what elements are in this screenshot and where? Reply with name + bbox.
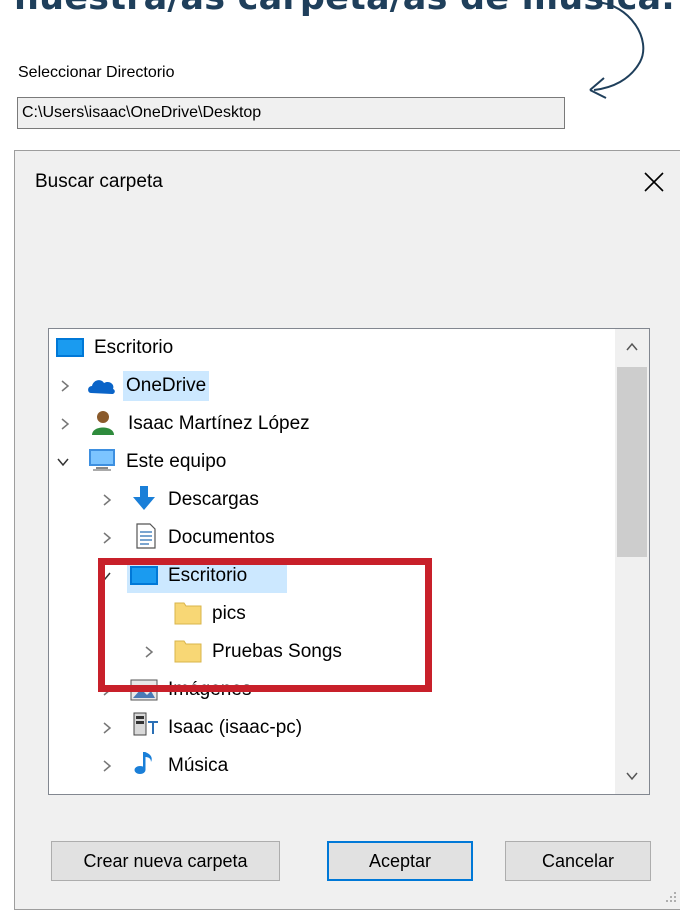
music-note-icon [134,752,152,774]
tree-item-escritorio-root[interactable]: Escritorio [49,329,619,367]
tree-item-music[interactable]: Música [49,747,619,785]
computer-icon [89,449,115,471]
resize-grip-icon[interactable] [665,891,677,903]
expand-chevron-icon[interactable] [57,378,73,394]
scrollbar-thumb[interactable] [617,367,647,557]
tree-item-label: Escritorio [94,337,174,358]
collapse-chevron-icon[interactable] [55,454,71,470]
cancel-button[interactable]: Cancelar [505,841,651,881]
document-icon [136,523,156,549]
user-icon [92,411,114,435]
tree-item-label: Documentos [168,527,275,548]
browse-folder-dialog: Buscar carpeta Escritorio OneDrive Isaac… [14,150,680,910]
chevron-down-icon [626,772,638,781]
vertical-scrollbar[interactable] [615,329,649,794]
expand-chevron-icon[interactable] [57,416,73,432]
expand-chevron-icon[interactable] [99,758,115,774]
chevron-up-icon [626,342,638,351]
new-folder-button[interactable]: Crear nueva carpeta [51,841,280,881]
tree-item-user[interactable]: Isaac Martínez López [49,405,619,443]
close-icon [644,172,664,192]
download-arrow-icon [133,486,155,510]
scroll-up-button[interactable] [615,329,649,365]
tree-item-label: Descargas [168,489,259,510]
directory-field[interactable]: C:\Users\isaac\OneDrive\Desktop [17,97,565,129]
desktop-icon [56,338,84,357]
highlight-annotation-box [98,558,432,692]
tree-item-this-pc[interactable]: Este equipo [49,443,619,481]
close-button[interactable] [635,165,673,199]
network-drive-icon [133,712,158,736]
dialog-title: Buscar carpeta [35,171,163,192]
expand-chevron-icon[interactable] [99,530,115,546]
tree-item-label: Música [168,755,229,776]
tree-item-label: Isaac (isaac-pc) [168,717,303,738]
directory-label: Seleccionar Directorio [18,64,175,81]
instruction-heading: nuestra/as carpeta/as de música. [14,0,675,18]
tree-item-label: Este equipo [126,451,227,472]
scroll-down-button[interactable] [615,758,649,794]
tree-item-label: OneDrive [123,371,210,401]
tree-item-documents[interactable]: Documentos [49,519,619,557]
expand-chevron-icon[interactable] [99,492,115,508]
curved-arrow-icon [589,1,645,99]
onedrive-cloud-icon [88,380,115,394]
accept-button[interactable]: Aceptar [327,841,473,881]
tree-item-downloads[interactable]: Descargas [49,481,619,519]
tree-item-network-drive[interactable]: Isaac (isaac-pc) [49,709,619,747]
tree-item-onedrive[interactable]: OneDrive [49,367,619,405]
expand-chevron-icon[interactable] [99,720,115,736]
tree-item-label: Isaac Martínez López [128,413,310,434]
